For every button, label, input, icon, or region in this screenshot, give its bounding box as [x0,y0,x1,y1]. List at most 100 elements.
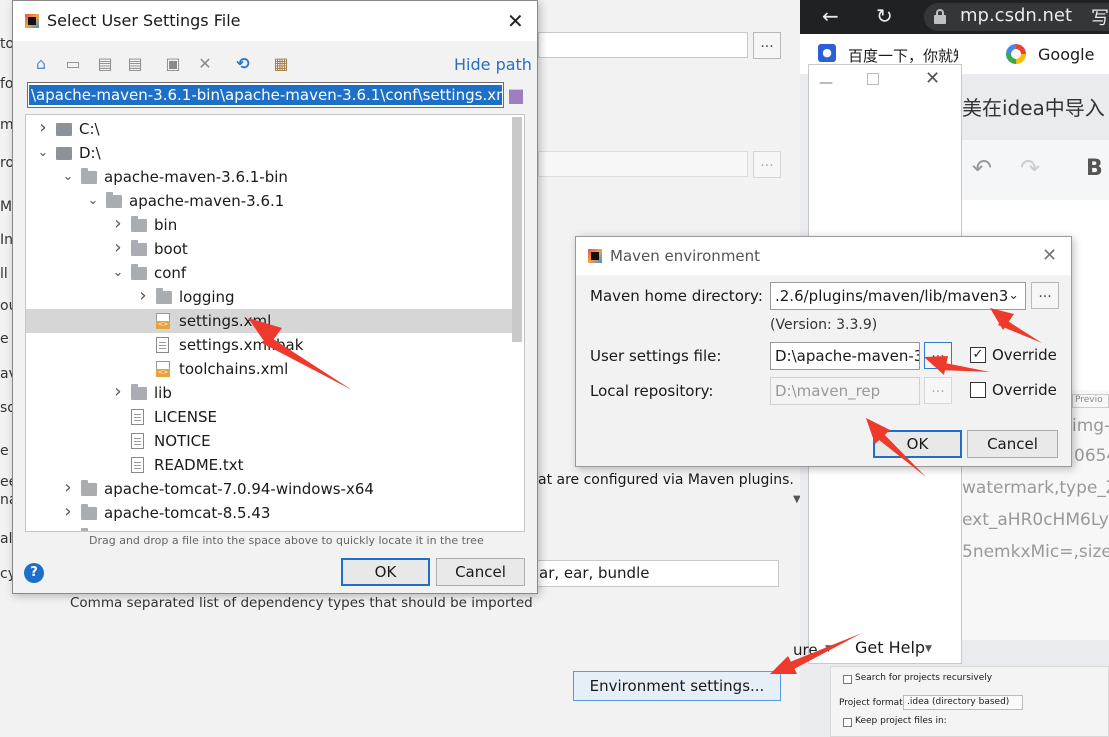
xml-file-icon [156,361,170,377]
refresh-icon[interactable]: ⟲ [233,54,253,74]
partial-button-label[interactable]: ure [793,641,818,659]
maven-home-select[interactable]: .2.6/plugins/maven/lib/maven3 ⌄ [770,282,1026,310]
maximize-icon[interactable] [867,73,879,85]
chevron-right-icon[interactable]: › [61,525,75,531]
tree-item-label: bin [154,216,178,234]
tree-item-label: conf [154,264,187,282]
reload-icon[interactable]: ↻ [876,4,893,28]
chevron-right-icon[interactable]: › [61,477,75,499]
chevron-down-icon[interactable]: ⌄ [61,165,75,189]
override-repository-checkbox[interactable] [970,382,986,398]
tree-folder-row[interactable]: ⌄ D:\ [26,141,512,165]
tree-folder-row[interactable]: ⌄ conf [26,261,512,285]
module-folder-icon[interactable]: ▤ [125,54,145,74]
text-file-icon [131,457,144,473]
bookmark-baidu[interactable]: 百度一下，你就知道 [848,45,958,66]
desktop-icon[interactable]: ▭ [63,54,83,74]
tree-folder-row[interactable]: › apache-tomcat-8.5.43 [26,501,512,525]
dialog-titlebar: Select User Settings File ✕ [13,1,537,41]
folder-icon [106,192,122,208]
history-icon[interactable] [509,89,523,104]
path-input[interactable]: \apache-maven-3.6.1-bin\apache-maven-3.6… [27,82,504,108]
tree-file-row[interactable]: settings.xml.bak [26,333,512,357]
tree-item-label: NOTICE [154,432,211,450]
tree-file-row[interactable]: NOTICE [26,429,512,453]
tree-folder-row[interactable]: ⌄ apache-maven-3.6.1-bin [26,165,512,189]
delete-icon[interactable]: ✕ [195,54,215,74]
close-icon[interactable]: ✕ [1042,245,1057,266]
tree-folder-row[interactable]: › C:\ [26,117,512,141]
lock-icon [934,9,946,24]
browser-toolbar: ← ↻ mp.csdn.net 写 [800,0,1109,34]
maven-home-label: Maven home directory: [590,287,763,305]
new-folder-icon[interactable]: ▣ [163,54,183,74]
tree-scrollbar[interactable] [512,117,522,342]
chevron-right-icon[interactable]: › [111,381,125,403]
dependency-types-input[interactable]: ar, ear, bundle [534,560,779,587]
environment-settings-button[interactable]: Environment settings... [573,671,781,701]
bold-button[interactable]: B [1086,156,1103,181]
background-path-field[interactable] [538,32,748,58]
chevron-right-icon[interactable]: › [61,501,75,523]
background-browse-button[interactable]: ... [753,32,781,59]
address-bar[interactable]: mp.csdn.net [924,3,1109,31]
tree-item-label: apache-maven-3.6.1-bin [104,168,288,186]
chevron-right-icon[interactable]: › [111,213,125,235]
background-disabled-field [538,151,748,177]
user-settings-input[interactable]: D:\apache-maven-3 [770,342,920,370]
tree-item-label: settings.xml [179,312,272,330]
tree-item-label: boot [154,240,188,258]
close-icon[interactable]: ✕ [507,9,524,33]
chevron-down-icon[interactable]: ⌄ [36,141,50,165]
cancel-button[interactable]: Cancel [436,558,525,586]
intellij-logo-icon [588,249,602,263]
tree-folder-row[interactable]: › lib [26,381,512,405]
tree-folder-row[interactable]: ›... [26,525,512,531]
override-settings-checkbox[interactable]: ✓ [970,347,986,363]
file-tree[interactable]: › C:\ ⌄ D:\ ⌄ apache-maven-3.6.1-bin ⌄ apache-m… [25,114,525,532]
get-help-button[interactable]: Get Help [855,638,925,657]
redo-icon[interactable]: ↷ [1020,154,1040,182]
tree-item-label: settings.xml.bak [179,336,304,354]
folder-icon [81,528,88,531]
user-settings-browse-button[interactable]: ... [924,342,952,369]
minimize-icon[interactable]: — [819,75,833,91]
editor-toolbar: ↶ ↷ B [962,140,1109,200]
project-folder-icon[interactable]: ▤ [95,54,115,74]
back-arrow-icon[interactable]: ← [822,4,839,28]
tree-folder-row[interactable]: › apache-tomcat-7.0.94-windows-x64 [26,477,512,501]
project-format-select[interactable]: .idea (directory based) [903,695,1023,710]
bookmark-google[interactable]: Google [1038,45,1094,64]
tree-folder-row[interactable]: ⌄ apache-maven-3.6.1 [26,189,512,213]
chevron-right-icon[interactable]: › [111,237,125,259]
tree-item-label: ... [104,525,118,531]
undo-icon[interactable]: ↶ [972,154,992,182]
tree-file-row[interactable]: LICENSE [26,405,512,429]
chevron-down-icon[interactable]: ⌄ [111,261,125,285]
ok-button[interactable]: OK [873,430,962,458]
maven-home-browse-button[interactable]: ... [1031,282,1059,309]
tree-item-label: logging [179,288,235,306]
tree-folder-row[interactable]: › logging [26,285,512,309]
close-icon[interactable]: ✕ [925,68,940,89]
tree-folder-row[interactable]: › boot [26,237,512,261]
text-file-icon [131,409,144,425]
chevron-right-icon[interactable]: › [136,285,150,307]
help-icon[interactable]: ? [24,563,44,583]
hide-path-link[interactable]: Hide path [454,55,532,74]
cancel-button[interactable]: Cancel [967,430,1058,458]
home-icon[interactable]: ⌂ [31,54,51,74]
dependency-types-hint: Comma separated list of dependency types… [70,595,533,611]
keep-project-files-checkbox[interactable] [843,718,852,727]
tree-file-row[interactable]: toolchains.xml [26,357,512,381]
tree-folder-row[interactable]: › bin [26,213,512,237]
search-recursive-checkbox[interactable] [843,675,852,684]
show-hidden-icon[interactable]: ▦ [271,54,291,74]
paw-icon: ● [818,44,836,62]
tree-file-row[interactable]: settings.xml [26,309,512,333]
ok-button[interactable]: OK [341,558,430,586]
url-text: mp.csdn.net [960,5,1073,26]
tree-file-row[interactable]: README.txt [26,453,512,477]
chevron-down-icon[interactable]: ⌄ [86,189,100,213]
chevron-right-icon[interactable]: › [36,117,50,139]
